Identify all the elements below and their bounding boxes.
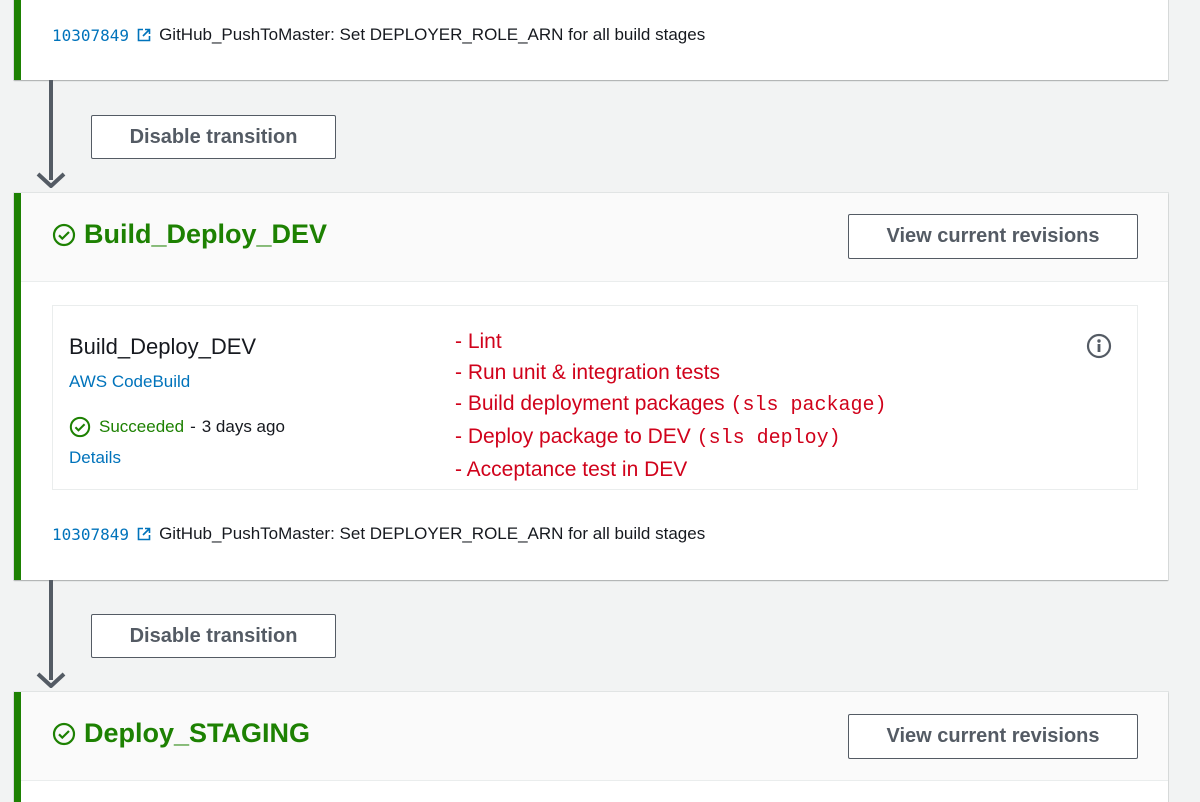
revision-id-link[interactable]: 10307849 (52, 26, 129, 45)
stage-title-text: Deploy_STAGING (84, 718, 311, 748)
success-check-icon (52, 223, 76, 246)
external-link-icon[interactable] (137, 28, 151, 42)
status-separator: - (190, 417, 196, 436)
annotation-text: - Deploy package to DEV (455, 425, 691, 448)
details-link[interactable]: Details (69, 448, 121, 468)
stage-card-build-deploy-dev: Build_Deploy_DEV View current revisions … (14, 193, 1168, 580)
stage-title: Deploy_STAGING (52, 718, 310, 749)
status-text: Succeeded (99, 417, 185, 436)
stage-header: Deploy_STAGING View current revisions (21, 692, 1168, 781)
transition-connector (49, 80, 53, 180)
stage-title-text: Build_Deploy_DEV (84, 219, 328, 249)
action-provider-link[interactable]: AWS CodeBuild (69, 372, 190, 392)
revision-message: GitHub_PushToMaster: Set DEPLOYER_ROLE_A… (159, 524, 706, 543)
arrow-down-icon (36, 672, 66, 688)
previous-stage-card: 10307849 GitHub_PushToMaster: Set DEPLOY… (14, 0, 1168, 80)
annotation-line: - Deploy package to DEV (sls deploy) (455, 421, 887, 454)
arrow-down-icon (36, 172, 66, 188)
annotation-text: - Acceptance test in DEV (455, 458, 688, 481)
annotation-text: - Lint (455, 330, 502, 353)
stage-title: Build_Deploy_DEV (52, 219, 327, 250)
action-card: Build_Deploy_DEV AWS CodeBuild Succeeded… (52, 305, 1138, 490)
annotation-code: (sls deploy) (696, 427, 841, 450)
disable-transition-button[interactable]: Disable transition (91, 115, 336, 159)
view-current-revisions-button[interactable]: View current revisions (848, 714, 1138, 759)
annotation-line: - Run unit & integration tests (455, 357, 887, 388)
view-current-revisions-button[interactable]: View current revisions (848, 214, 1138, 259)
status-time: 3 days ago (201, 417, 285, 436)
disable-transition-button[interactable]: Disable transition (91, 614, 336, 658)
success-check-icon (69, 416, 91, 438)
transition-connector (49, 580, 53, 680)
annotation-line: - Build deployment packages (sls package… (455, 388, 887, 421)
action-status: Succeeded - 3 days ago (69, 416, 285, 438)
annotation-line: - Acceptance test in DEV (455, 454, 887, 485)
source-revision: 10307849 GitHub_PushToMaster: Set DEPLOY… (52, 25, 705, 45)
annotation-text: - Build deployment packages (455, 392, 725, 415)
action-name: Build_Deploy_DEV (69, 334, 257, 359)
annotation-notes: - Lint - Run unit & integration tests - … (455, 326, 887, 485)
external-link-icon[interactable] (137, 527, 151, 541)
annotation-line: - Lint (455, 326, 887, 357)
source-revision: 10307849 GitHub_PushToMaster: Set DEPLOY… (52, 524, 705, 544)
revision-id-link[interactable]: 10307849 (52, 525, 129, 544)
revision-message: GitHub_PushToMaster: Set DEPLOYER_ROLE_A… (159, 25, 706, 44)
info-icon[interactable] (1086, 333, 1112, 359)
stage-card-deploy-staging: Deploy_STAGING View current revisions (14, 692, 1168, 802)
stage-header: Build_Deploy_DEV View current revisions (21, 193, 1168, 282)
annotation-code: (sls package) (730, 394, 887, 417)
annotation-text: - Run unit & integration tests (455, 361, 720, 384)
success-check-icon (52, 722, 76, 745)
